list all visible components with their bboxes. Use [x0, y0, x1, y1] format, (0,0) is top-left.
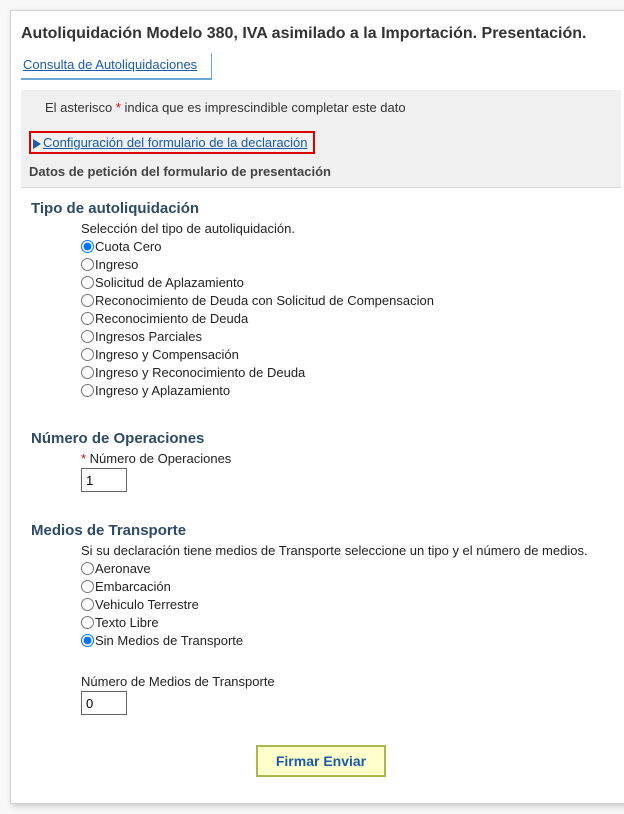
- medios-radio-label: Vehiculo Terrestre: [95, 597, 199, 612]
- medios-group: Si su declaración tiene medios de Transp…: [27, 543, 615, 715]
- tipo-radio-list: Cuota Cero Ingreso Solicitud de Aplazamien…: [81, 238, 615, 400]
- tipo-radio-item[interactable]: Ingreso: [81, 256, 615, 274]
- numops-label: Número de Operaciones: [90, 451, 232, 466]
- tipo-radio-item[interactable]: Ingresos Parciales: [81, 328, 615, 346]
- medios-radio-label: Embarcación: [95, 579, 171, 594]
- tipo-radio-label: Ingreso y Compensación: [95, 347, 239, 362]
- tipo-radio[interactable]: [81, 348, 94, 361]
- config-expander[interactable]: Configuración del formulario de la decla…: [29, 131, 315, 154]
- tipo-radio-label: Ingreso: [95, 257, 138, 272]
- medios-heading: Medios de Transporte: [31, 522, 615, 539]
- tipo-heading: Tipo de autoliquidación: [31, 200, 615, 217]
- numops-group: * Número de Operaciones: [27, 451, 615, 492]
- tipo-desc: Selección del tipo de autoliquidación.: [81, 221, 615, 236]
- required-note: El asterisco * indica que es imprescindi…: [29, 100, 613, 115]
- tipo-radio-item[interactable]: Solicitud de Aplazamiento: [81, 274, 615, 292]
- section-header: Datos de petición del formulario de pres…: [29, 164, 613, 179]
- tipo-radio[interactable]: [81, 294, 94, 307]
- config-box: El asterisco * indica que es imprescindi…: [21, 90, 621, 188]
- required-note-suffix: indica que es imprescindible completar e…: [121, 100, 406, 115]
- tabs: Consulta de Autoliquidaciones: [21, 53, 621, 80]
- medios-radio[interactable]: [81, 562, 94, 575]
- tipo-radio[interactable]: [81, 330, 94, 343]
- tipo-radio-label: Cuota Cero: [95, 239, 161, 254]
- tipo-radio-item[interactable]: Ingreso y Aplazamiento: [81, 382, 615, 400]
- form-panel: Autoliquidación Modelo 380, IVA asimilad…: [10, 10, 624, 804]
- tab-consulta[interactable]: Consulta de Autoliquidaciones: [21, 53, 212, 80]
- numops-input[interactable]: [81, 468, 127, 492]
- numops-label-row: * Número de Operaciones: [81, 451, 615, 466]
- medios-num-input[interactable]: [81, 691, 127, 715]
- tipo-radio-item[interactable]: Ingreso y Reconocimiento de Deuda: [81, 364, 615, 382]
- tipo-radio-label: Ingreso y Aplazamiento: [95, 383, 230, 398]
- tipo-radio[interactable]: [81, 258, 94, 271]
- config-link-label: Configuración del formulario de la decla…: [43, 135, 307, 150]
- medios-radio-list: Aeronave Embarcación Vehiculo Terrestre Tex…: [81, 560, 615, 650]
- medios-radio-label: Texto Libre: [95, 615, 159, 630]
- tipo-radio[interactable]: [81, 312, 94, 325]
- tipo-radio-label: Solicitud de Aplazamiento: [95, 275, 244, 290]
- tipo-radio-label: Ingresos Parciales: [95, 329, 202, 344]
- medios-radio[interactable]: [81, 634, 94, 647]
- medios-radio-label: Aeronave: [95, 561, 151, 576]
- medios-radio[interactable]: [81, 598, 94, 611]
- required-note-prefix: El asterisco: [45, 100, 116, 115]
- tipo-group: Selección del tipo de autoliquidación. C…: [27, 221, 615, 400]
- triangle-right-icon: [33, 139, 41, 149]
- required-star: *: [81, 451, 90, 466]
- medios-radio-item[interactable]: Texto Libre: [81, 614, 615, 632]
- medios-radio[interactable]: [81, 616, 94, 629]
- submit-button[interactable]: Firmar Enviar: [256, 745, 386, 777]
- tipo-radio[interactable]: [81, 384, 94, 397]
- tipo-radio[interactable]: [81, 240, 94, 253]
- medios-radio-item[interactable]: Vehiculo Terrestre: [81, 596, 615, 614]
- numops-heading: Número de Operaciones: [31, 430, 615, 447]
- tipo-radio-item[interactable]: Reconocimiento de Deuda: [81, 310, 615, 328]
- medios-radio-item[interactable]: Embarcación: [81, 578, 615, 596]
- tipo-radio-item[interactable]: Reconocimiento de Deuda con Solicitud de…: [81, 292, 615, 310]
- medios-radio-item[interactable]: Aeronave: [81, 560, 615, 578]
- medios-radio-item[interactable]: Sin Medios de Transporte: [81, 632, 615, 650]
- medios-num-label: Número de Medios de Transporte: [81, 674, 615, 689]
- form-body: Tipo de autoliquidación Selección del ti…: [21, 188, 621, 783]
- medios-radio[interactable]: [81, 580, 94, 593]
- tipo-radio-label: Reconocimiento de Deuda: [95, 311, 248, 326]
- page-title: Autoliquidación Modelo 380, IVA asimilad…: [21, 25, 621, 43]
- medios-desc: Si su declaración tiene medios de Transp…: [81, 543, 615, 558]
- medios-radio-label: Sin Medios de Transporte: [95, 633, 243, 648]
- tipo-radio[interactable]: [81, 366, 94, 379]
- tipo-radio-label: Reconocimiento de Deuda con Solicitud de…: [95, 293, 434, 308]
- tipo-radio-item[interactable]: Ingreso y Compensación: [81, 346, 615, 364]
- tipo-radio[interactable]: [81, 276, 94, 289]
- button-row: Firmar Enviar: [27, 745, 615, 777]
- tipo-radio-item[interactable]: Cuota Cero: [81, 238, 615, 256]
- tipo-radio-label: Ingreso y Reconocimiento de Deuda: [95, 365, 305, 380]
